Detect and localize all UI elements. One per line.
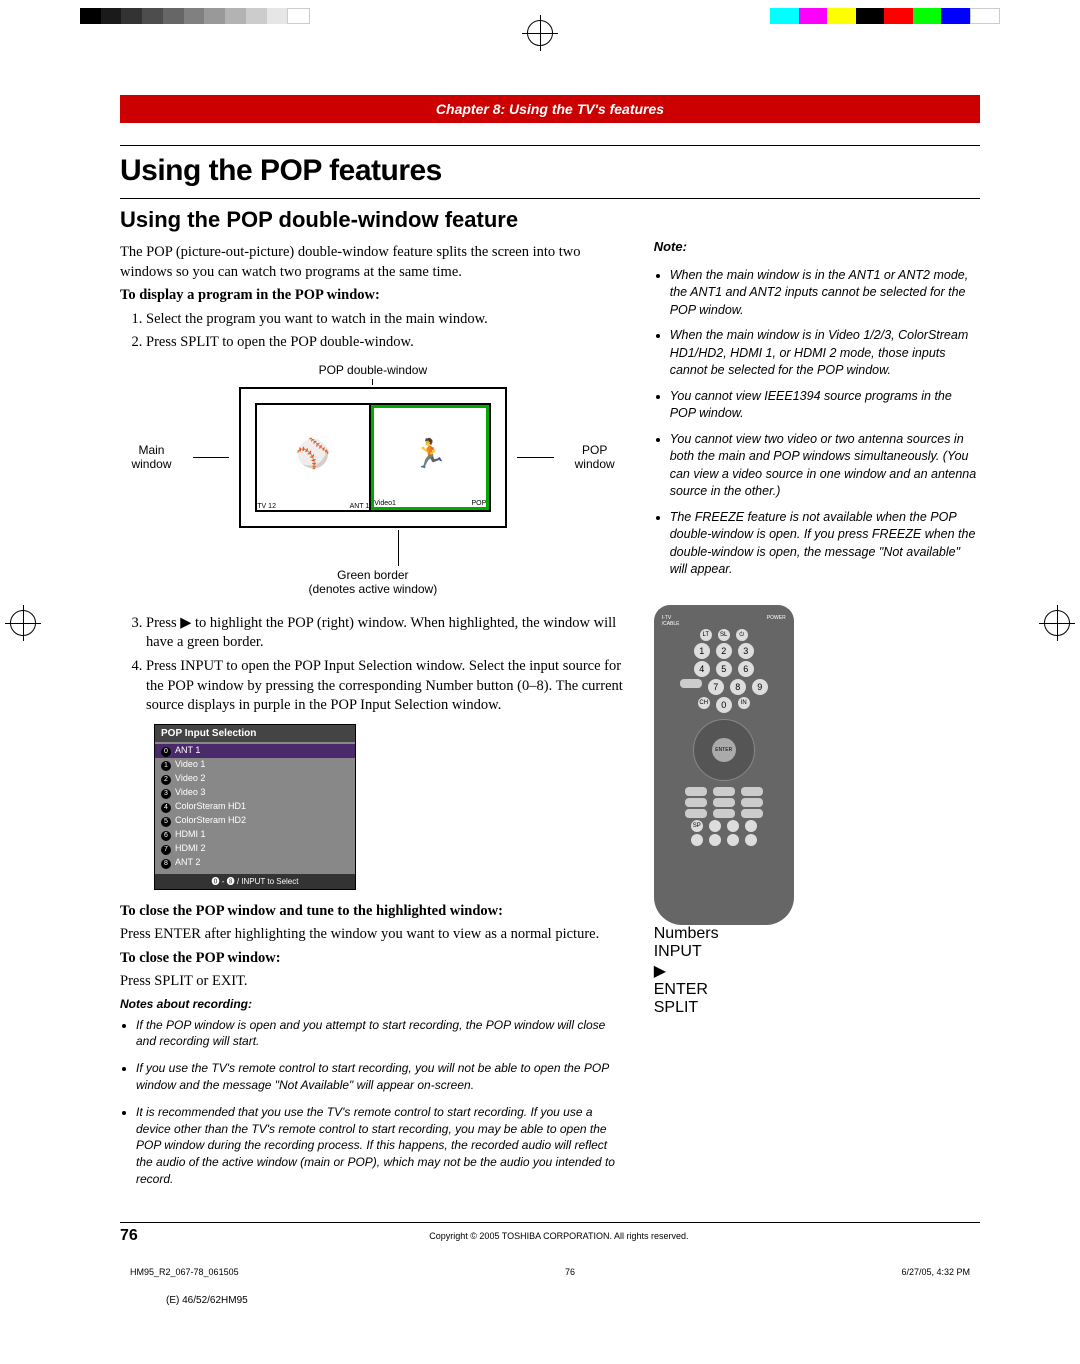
side-note-2: When the main window is in Video 1/2/3, … [670, 327, 980, 380]
callout-input: INPUT [654, 943, 794, 961]
file-id: HM95_R2_067-78_061505 [130, 1267, 239, 1277]
tv-frame: ⚾ TV 12 ANT 1 🏃 Video1 POP [239, 387, 507, 528]
registration-mark-right [1044, 610, 1070, 636]
main-column: The POP (picture-out-picture) double-win… [120, 239, 626, 1198]
steps-3-4: Press ▶ to highlight the POP (right) win… [120, 614, 626, 716]
diagram-title: POP double-window [120, 363, 626, 377]
chapter-header: Chapter 8: Using the TV's features [120, 95, 980, 123]
step-2: Press SPLIT to open the POP double-windo… [146, 333, 626, 353]
close-highlighted-body: Press ENTER after highlighting the windo… [120, 925, 626, 945]
side-column: Note: When the main window is in the ANT… [654, 239, 980, 1198]
enter-button: ENTER [712, 738, 736, 762]
mode-button [680, 679, 702, 688]
recording-notes: Notes about recording: If the POP window… [120, 996, 626, 1188]
callout-right-arrow: ▶ [654, 961, 794, 981]
rec-note-3: It is recommended that you use the TV's … [136, 1104, 626, 1188]
print-metadata: HM95_R2_067-78_061505 76 6/27/05, 4:32 P… [120, 1267, 980, 1277]
input-button: IN [738, 697, 750, 709]
side-note-4: You cannot view two video or two antenna… [670, 431, 980, 501]
registration-mark-left [10, 610, 36, 636]
green-border-label-1: Green border [120, 568, 626, 582]
step-3: Press ▶ to highlight the POP (right) win… [146, 614, 626, 653]
stick-figure-icon: 🏃 [413, 408, 448, 500]
side-note-1: When the main window is in the ANT1 or A… [670, 267, 980, 320]
rec-note-2: If you use the TV's remote control to st… [136, 1060, 626, 1094]
callout-enter: ENTER [654, 981, 794, 999]
callout-numbers: Numbers [654, 925, 794, 943]
main-window-label: Main window [120, 443, 183, 471]
note-list: When the main window is in the ANT1 or A… [654, 267, 980, 579]
split-button: SP [691, 820, 703, 832]
display-heading: To display a program in the POP window: [120, 286, 626, 306]
close-pop-heading: To close the POP window: [120, 949, 626, 969]
intro-text: The POP (picture-out-picture) double-win… [120, 243, 626, 282]
steps-1-2: Select the program you want to watch in … [120, 310, 626, 353]
document-page: Chapter 8: Using the TV's features Using… [0, 0, 1080, 1346]
page-number: 76 [120, 1227, 138, 1245]
close-pop-body: Press SPLIT or EXIT. [120, 972, 626, 992]
remote-illustration: I-TV/CABLEPOWER LTSL⏻ 123 456 789 CH0IN … [654, 591, 794, 1017]
rule [120, 145, 980, 146]
menu-footer: ⓿ - ❽ / INPUT to Select [155, 874, 355, 889]
page-footer: 76 Copyright © 2005 TOSHIBA CORPORATION.… [120, 1222, 980, 1245]
copyright-text: Copyright © 2005 TOSHIBA CORPORATION. Al… [138, 1231, 980, 1241]
stick-figure-icon: ⚾ [296, 405, 331, 503]
pop-window-pane: 🏃 Video1 POP [371, 405, 489, 510]
print-timestamp: 6/27/05, 4:32 PM [901, 1267, 970, 1277]
green-border-label-2: (denotes active window) [120, 582, 626, 596]
main-window-pane: ⚾ TV 12 ANT 1 [257, 405, 371, 510]
note-heading: Note: [654, 239, 980, 254]
remote-callouts: Numbers INPUT ▶ ENTER SPLIT [654, 925, 794, 1017]
dpad: ENTER [693, 719, 755, 781]
close-highlighted-heading: To close the POP window and tune to the … [120, 902, 626, 922]
pop-window-label: POP window [564, 443, 626, 471]
registration-mark-top [527, 20, 553, 46]
rule [120, 198, 980, 199]
side-note-3: You cannot view IEEE1394 source programs… [670, 388, 980, 423]
sheet-number: 76 [565, 1267, 575, 1277]
callout-split: SPLIT [654, 999, 794, 1017]
step-4: Press INPUT to open the POP Input Select… [146, 657, 626, 716]
cmyk-bar [770, 8, 1000, 24]
grayscale-bar [80, 8, 310, 24]
step-1: Select the program you want to watch in … [146, 310, 626, 330]
recording-notes-heading: Notes about recording: [120, 996, 626, 1013]
model-id: (E) 46/52/62HM95 [120, 1295, 980, 1306]
pop-diagram: POP double-window Main window ⚾ TV 12 AN… [120, 363, 626, 596]
menu-title: POP Input Selection [155, 725, 355, 742]
section-title: Using the POP double-window feature [120, 207, 980, 233]
pop-input-selection-menu: POP Input Selection 0ANT 1 1Video 1 2Vid… [154, 724, 356, 890]
menu-items: 0ANT 1 1Video 1 2Video 2 3Video 3 4Color… [155, 742, 355, 874]
page-title: Using the POP features [120, 154, 980, 188]
rec-note-1: If the POP window is open and you attemp… [136, 1017, 626, 1051]
side-note-5: The FREEZE feature is not available when… [670, 509, 980, 579]
